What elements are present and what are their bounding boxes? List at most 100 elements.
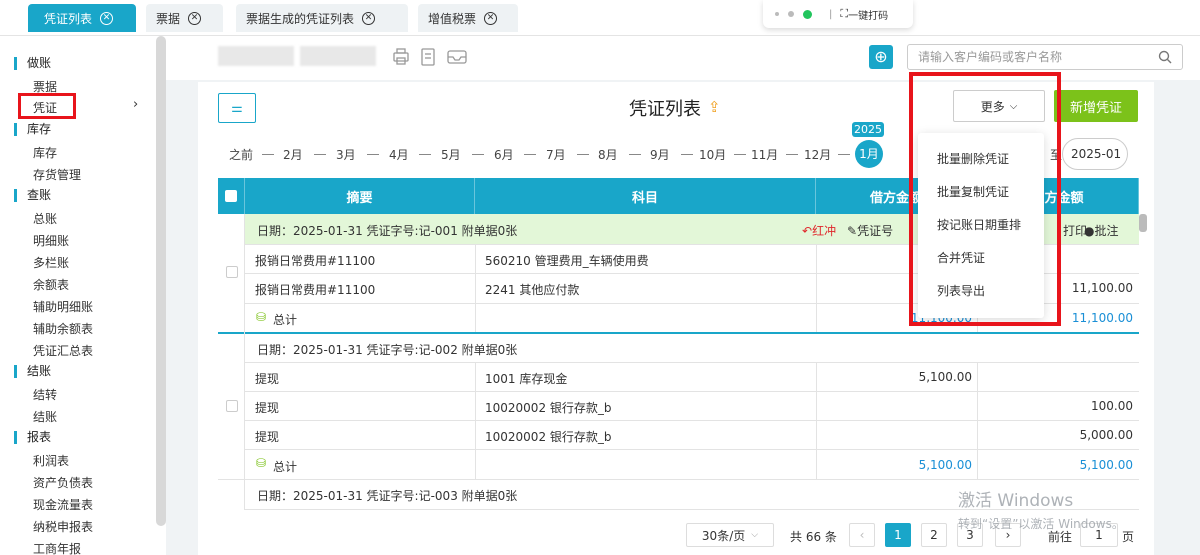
- row-summary: 报销日常费用#11100: [255, 254, 376, 268]
- status-dot: [803, 9, 812, 19]
- qr-scan-icon: ⛶: [840, 7, 849, 20]
- search-icon[interactable]: [1158, 50, 1172, 64]
- row-account: 1001 库存现金: [485, 372, 568, 386]
- floating-toolbar: | ⛶ 一键打码: [763, 0, 913, 28]
- timeline-month[interactable]: 8月: [598, 146, 618, 163]
- share-icon[interactable]: ⇪: [708, 98, 721, 116]
- chevron-left-icon: ‹: [859, 528, 865, 542]
- timeline-month[interactable]: 12月: [804, 146, 831, 163]
- sidebar-item-carry-forward[interactable]: 结转: [33, 386, 57, 403]
- client-search-input[interactable]: 请输入客户编码或客户名称: [907, 44, 1183, 70]
- timeline-month[interactable]: 3月: [336, 146, 356, 163]
- page-1[interactable]: 1: [885, 523, 911, 547]
- page-2[interactable]: 2: [921, 523, 947, 547]
- voucher-number-link[interactable]: ✎凭证号: [847, 222, 893, 239]
- red-reverse-link[interactable]: ↶红冲: [802, 222, 836, 239]
- sidebar-section-ledger: 查账: [14, 189, 51, 202]
- total-credit: 5,100.00: [1079, 458, 1133, 472]
- sidebar-section-bookkeeping: 做账: [14, 57, 51, 70]
- tab-label: 票据生成的凭证列表: [246, 11, 355, 26]
- timeline-separator: [419, 154, 431, 155]
- tab-bills[interactable]: 票据 ✕: [146, 4, 223, 32]
- total-debit: 5,100.00: [918, 458, 972, 472]
- row-account: 2241 其他应付款: [485, 283, 580, 297]
- sidebar-section-closing: 结账: [14, 365, 51, 378]
- timeline-separator: [734, 154, 746, 155]
- timeline-separator: [314, 154, 326, 155]
- sidebar-item-aux-balance[interactable]: 辅助余额表: [33, 320, 93, 337]
- row-summary: 提现: [255, 430, 280, 444]
- close-icon[interactable]: ✕: [362, 11, 376, 25]
- annotate-link[interactable]: ●批注: [1084, 222, 1119, 239]
- close-icon[interactable]: ✕: [484, 11, 498, 25]
- sidebar-item-general-ledger[interactable]: 总账: [33, 210, 57, 227]
- add-client-button[interactable]: ⊕: [869, 45, 893, 69]
- row-summary: 提现: [255, 372, 280, 386]
- timeline-month[interactable]: 7月: [546, 146, 566, 163]
- row-checkbox[interactable]: [226, 400, 238, 412]
- timeline-month[interactable]: 6月: [494, 146, 514, 163]
- sidebar-item-balance[interactable]: 余额表: [33, 276, 69, 293]
- sidebar-item-multi-column[interactable]: 多栏账: [33, 254, 69, 271]
- watermark-title: 激活 Windows: [958, 491, 1074, 511]
- sidebar-item-balance-sheet[interactable]: 资产负债表: [33, 474, 93, 491]
- timeline-separator: [786, 154, 798, 155]
- timeline-separator: [629, 154, 641, 155]
- sidebar-scrollbar[interactable]: [156, 36, 166, 526]
- period-end-select[interactable]: 2025-01: [1062, 138, 1128, 170]
- sidebar-item-income-statement[interactable]: 利润表: [33, 452, 69, 469]
- header-summary: 摘要: [245, 178, 475, 214]
- timeline-month[interactable]: 11月: [751, 146, 778, 163]
- timeline-separator: [577, 154, 589, 155]
- coins-icon: ⛁: [256, 456, 267, 470]
- printer-icon[interactable]: [393, 48, 409, 65]
- sidebar-item-annual-report[interactable]: 工商年报: [33, 540, 81, 555]
- total-count: 共 66 条: [790, 530, 837, 544]
- sidebar-item-close[interactable]: 结账: [33, 408, 57, 425]
- sidebar-item-cash-flow[interactable]: 现金流量表: [33, 496, 93, 513]
- timeline-before[interactable]: 之前: [229, 146, 253, 163]
- document-icon[interactable]: [421, 48, 435, 66]
- tab-bill-vouchers[interactable]: 票据生成的凭证列表 ✕: [236, 4, 408, 32]
- timeline-month[interactable]: 9月: [650, 146, 670, 163]
- one-click-print-button[interactable]: 一键打码: [848, 7, 888, 22]
- chevron-down-icon: ⌵: [751, 530, 759, 540]
- status-dot: [775, 12, 779, 16]
- row-credit: 5,000.00: [1079, 428, 1133, 442]
- inbox-icon[interactable]: [447, 50, 467, 64]
- timeline-month[interactable]: 2月: [283, 146, 303, 163]
- table-scrollbar[interactable]: [1139, 214, 1147, 232]
- row-checkbox[interactable]: [226, 266, 238, 278]
- row-account: 560210 管理费用_车辆使用费: [485, 254, 649, 268]
- voucher-divider: [218, 332, 1139, 334]
- timeline-month[interactable]: 5月: [441, 146, 461, 163]
- total-label: 总计: [273, 313, 298, 327]
- divider: |: [829, 8, 833, 20]
- total-label: 总计: [273, 460, 298, 474]
- blurred-company-name: [218, 46, 294, 66]
- sidebar-section-inventory: 库存: [14, 123, 51, 136]
- page-title: 凭证列表: [629, 99, 701, 120]
- sidebar-item-aux-detail[interactable]: 辅助明细账: [33, 298, 93, 315]
- filter-button[interactable]: ⚌: [218, 93, 256, 123]
- timeline-month-selected[interactable]: 1月: [855, 140, 883, 168]
- sidebar-item-tax-return[interactable]: 纳税申报表: [33, 518, 93, 535]
- sidebar-item-detail-ledger[interactable]: 明细账: [33, 232, 69, 249]
- select-all-checkbox[interactable]: [225, 190, 237, 202]
- status-dot: [788, 11, 794, 17]
- row-account: 10020002 银行存款_b: [485, 401, 612, 415]
- close-icon[interactable]: ✕: [188, 11, 202, 25]
- timeline-separator: [681, 154, 693, 155]
- new-voucher-button[interactable]: 新增凭证: [1054, 90, 1138, 122]
- tab-voucher-list[interactable]: 凭证列表 ✕: [28, 4, 136, 32]
- close-icon[interactable]: ✕: [100, 11, 114, 25]
- sidebar-item-inventory[interactable]: 库存: [33, 144, 57, 161]
- sidebar-item-stock-management[interactable]: 存货管理: [33, 166, 81, 183]
- prev-page-button[interactable]: ‹: [849, 523, 875, 547]
- timeline-month[interactable]: 4月: [389, 146, 409, 163]
- sidebar-item-voucher-summary[interactable]: 凭证汇总表: [33, 342, 93, 359]
- page-size-select[interactable]: 30条/页 ⌵: [686, 523, 774, 547]
- timeline-month[interactable]: 10月: [699, 146, 726, 163]
- tab-vat-invoices[interactable]: 增值税票 ✕: [418, 4, 518, 32]
- tab-label: 票据: [156, 11, 181, 26]
